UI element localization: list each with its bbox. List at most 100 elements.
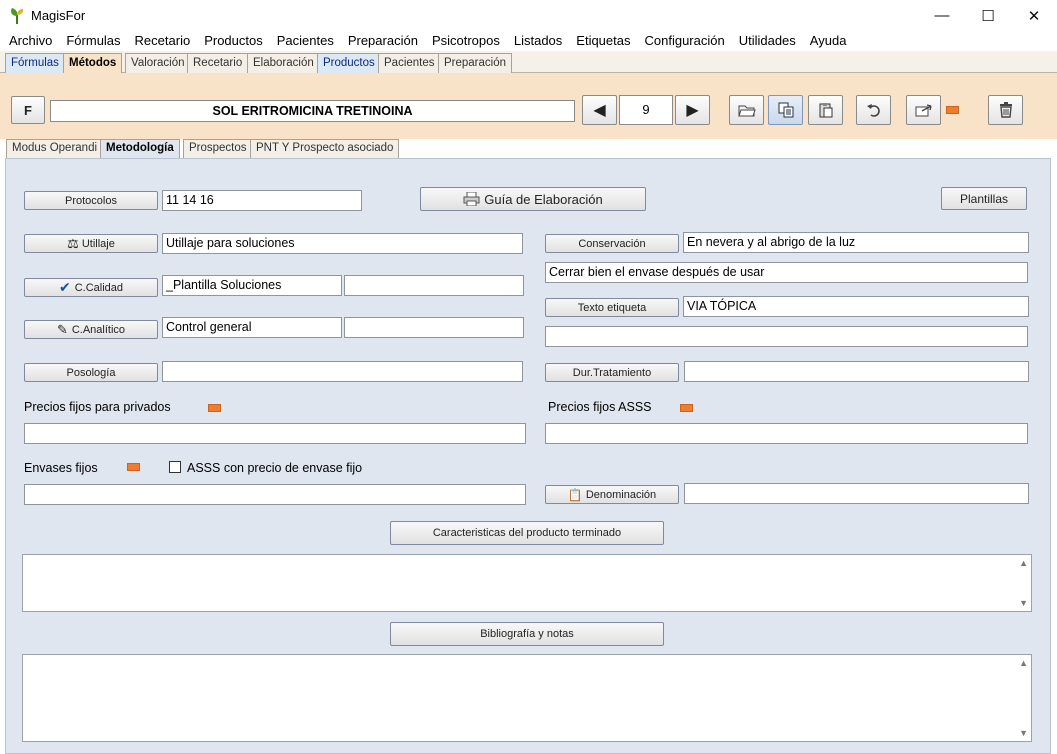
tab-preparacion[interactable]: Preparación (438, 53, 513, 73)
plantillas-button[interactable]: Plantillas (941, 187, 1027, 210)
undo-icon (866, 104, 880, 117)
analitico-field-2[interactable] (344, 317, 524, 338)
protocolos-field[interactable]: 11 14 16 (162, 190, 362, 211)
menu-configuracion[interactable]: Configuración (637, 31, 731, 51)
bibliografia-button[interactable]: Bibliografía y notas (390, 622, 664, 646)
app-logo-icon (11, 8, 24, 24)
prev-arrow-icon: ◀ (593, 102, 606, 119)
envases-fijos-label: Envases fijos (24, 461, 98, 475)
guia-elaboracion-button[interactable]: Guía de Elaboración (420, 187, 646, 211)
envases-fijos-field[interactable] (24, 484, 526, 505)
analitico-field[interactable]: Control general (162, 317, 342, 338)
texto-etiqueta-button[interactable]: Texto etiqueta (545, 298, 679, 317)
copy-icon (778, 102, 793, 118)
menu-pacientes[interactable]: Pacientes (270, 31, 341, 51)
analysis-icon: ✎ (56, 321, 68, 337)
calidad-button[interactable]: ✔ C.Calidad (24, 278, 158, 297)
f-button[interactable]: F (11, 96, 45, 124)
utillaje-button[interactable]: ⚖ Utillaje (24, 234, 158, 253)
tab-productos[interactable]: Productos (317, 53, 381, 73)
caracteristicas-button[interactable]: Caracteristicas del producto terminado (390, 521, 664, 545)
texto-etiqueta-field-2[interactable] (545, 326, 1028, 347)
calidad-field-2[interactable] (344, 275, 524, 296)
calidad-field[interactable]: _Plantilla Soluciones (162, 275, 342, 296)
asss-precio-envase-label: ASSS con precio de envase fijo (187, 461, 363, 475)
dur-tratamiento-field[interactable] (684, 361, 1029, 382)
envases-indicator-icon[interactable] (127, 463, 140, 471)
export-button[interactable] (906, 95, 941, 125)
menu-preparacion[interactable]: Preparación (341, 31, 425, 51)
scroll-down-icon[interactable]: ▼ (1019, 728, 1028, 738)
record-number-field[interactable]: 9 (619, 95, 673, 125)
protocolos-button[interactable]: Protocolos (24, 191, 158, 210)
subtab-prospectos[interactable]: Prospectos (183, 139, 253, 158)
subtab-pnt-prospecto[interactable]: PNT Y Prospecto asociado (250, 139, 400, 158)
indicator-icon (946, 106, 959, 114)
tab-recetario[interactable]: Recetario (187, 53, 249, 73)
precios-privados-field[interactable] (24, 423, 526, 444)
maximize-button[interactable]: ☐ (965, 0, 1011, 31)
posologia-button[interactable]: Posología (24, 363, 158, 382)
scale-icon: ⚖ (67, 235, 79, 251)
title-bar: MagisFor — ☐ ✕ (0, 0, 1057, 31)
utillaje-field[interactable]: Utillaje para soluciones (162, 233, 523, 254)
menu-recetario[interactable]: Recetario (128, 31, 198, 51)
conservacion-field-2[interactable]: Cerrar bien el envase después de usar (545, 262, 1028, 283)
paste-icon (819, 103, 832, 118)
delete-button[interactable] (988, 95, 1023, 125)
analitico-button[interactable]: ✎ C.Analítico (24, 320, 158, 339)
undo-button[interactable] (856, 95, 891, 125)
posologia-field[interactable] (162, 361, 523, 382)
scroll-down-icon[interactable]: ▼ (1019, 598, 1028, 608)
denominacion-button[interactable]: 📋 Denominación (545, 485, 679, 504)
previous-record-button[interactable]: ◀ (582, 95, 617, 125)
precios-privados-label: Precios fijos para privados (24, 400, 171, 414)
open-folder-icon (737, 105, 756, 117)
scroll-up-icon[interactable]: ▲ (1019, 558, 1028, 568)
copy-button[interactable] (768, 95, 803, 125)
tab-formulas[interactable]: Fórmulas (5, 53, 65, 73)
subtab-metodologia[interactable]: Metodología (100, 139, 180, 159)
next-record-button[interactable]: ▶ (675, 95, 710, 125)
product-name-field[interactable]: SOL ERITROMICINA TRETINOINA (50, 100, 575, 122)
scroll-up-icon[interactable]: ▲ (1019, 658, 1028, 668)
texto-etiqueta-field[interactable]: VIA TÓPICA (683, 296, 1029, 317)
dur-tratamiento-button[interactable]: Dur.Tratamiento (545, 363, 679, 382)
bibliografia-textarea[interactable]: ▲ ▼ (22, 654, 1032, 742)
analitico-label: C.Analítico (71, 323, 126, 336)
tab-pacientes[interactable]: Pacientes (378, 53, 441, 73)
clipboard-icon: 📋 (567, 487, 583, 502)
precios-asss-field[interactable] (545, 423, 1028, 444)
printer-icon (463, 192, 480, 206)
menu-archivo[interactable]: Archivo (0, 31, 59, 51)
conservacion-button[interactable]: Conservación (545, 234, 679, 253)
checkmark-icon: ✔ (58, 279, 71, 295)
close-button[interactable]: ✕ (1011, 0, 1057, 31)
asss-precio-envase-checkbox[interactable] (169, 461, 181, 473)
export-icon (915, 104, 932, 117)
subtab-modus-operandi[interactable]: Modus Operandi (6, 139, 104, 158)
caracteristicas-textarea[interactable]: ▲ ▼ (22, 554, 1032, 612)
menu-etiquetas[interactable]: Etiquetas (569, 31, 637, 51)
minimize-button[interactable]: — (919, 0, 965, 31)
menu-formulas[interactable]: Fórmulas (59, 31, 127, 51)
next-arrow-icon: ▶ (686, 102, 699, 119)
menu-ayuda[interactable]: Ayuda (803, 31, 854, 51)
precios-privados-indicator-icon[interactable] (208, 404, 221, 412)
menu-psicotropos[interactable]: Psicotropos (425, 31, 507, 51)
guia-elaboracion-label: Guía de Elaboración (484, 191, 603, 207)
tab-metodos[interactable]: Métodos (63, 53, 123, 74)
menu-bar: Archivo Fórmulas Recetario Productos Pac… (0, 31, 1057, 51)
conservacion-field[interactable]: En nevera y al abrigo de la luz (683, 232, 1029, 253)
open-folder-button[interactable] (729, 95, 764, 125)
utillaje-label: Utillaje (81, 237, 115, 250)
precios-asss-indicator-icon[interactable] (680, 404, 693, 412)
denominacion-field[interactable] (684, 483, 1029, 504)
precios-asss-label: Precios fijos ASSS (548, 400, 652, 414)
menu-listados[interactable]: Listados (507, 31, 569, 51)
tab-valoracion[interactable]: Valoración (125, 53, 191, 73)
menu-utilidades[interactable]: Utilidades (732, 31, 803, 51)
menu-productos[interactable]: Productos (197, 31, 270, 51)
paste-button[interactable] (808, 95, 843, 125)
tab-elaboracion[interactable]: Elaboración (247, 53, 320, 73)
